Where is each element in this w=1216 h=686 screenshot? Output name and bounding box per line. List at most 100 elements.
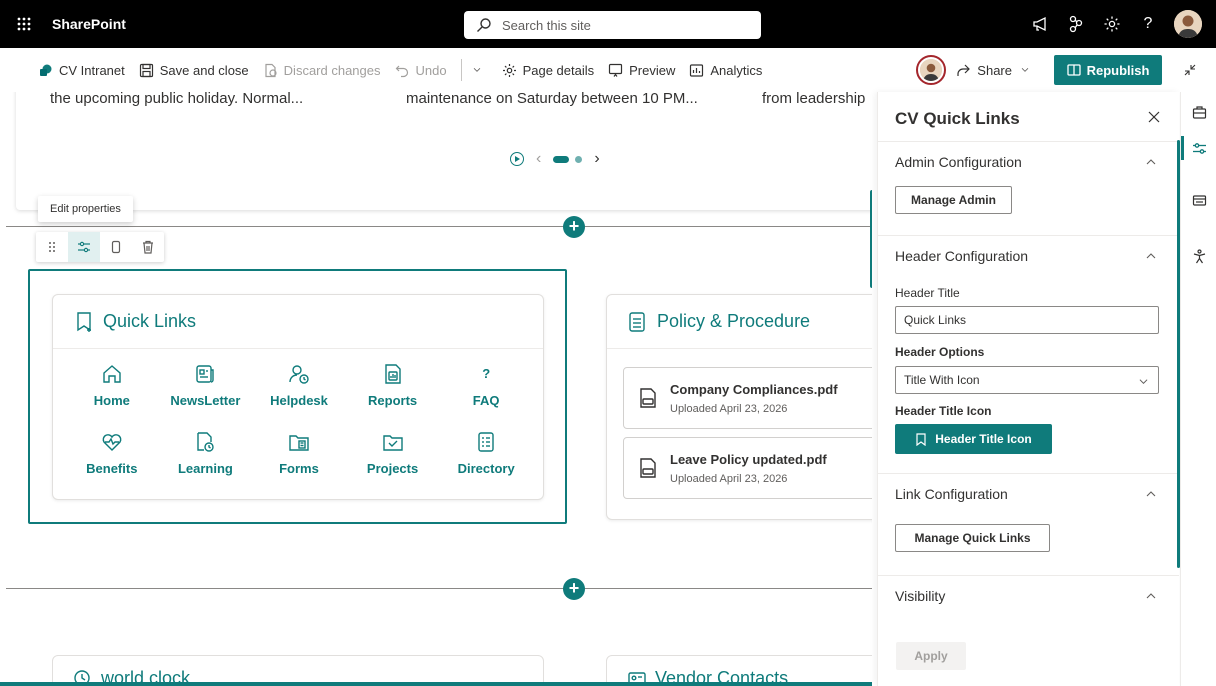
quick-links-header: Quick Links (53, 295, 543, 349)
close-icon[interactable] (1147, 110, 1161, 124)
chevron-down-icon (1021, 68, 1029, 72)
quick-links-webpart[interactable]: Quick Links Home NewsLetter Helpdesk Rep… (52, 294, 544, 500)
canvas-scrollbar[interactable] (870, 190, 872, 288)
app-name[interactable]: SharePoint (52, 16, 126, 32)
preview-button[interactable]: Preview (608, 63, 675, 78)
policy-procedure-webpart[interactable]: Policy & Procedure Company Compliances.p… (606, 294, 872, 520)
app-launcher-icon[interactable] (0, 0, 48, 48)
collapse-icon[interactable] (1178, 58, 1202, 82)
header-title-icon-button[interactable]: Header Title Icon (895, 424, 1052, 454)
document-name: Company Compliances.pdf (670, 381, 838, 397)
right-rail (1180, 92, 1216, 686)
apply-button[interactable]: Apply (896, 642, 966, 670)
chevron-right-icon[interactable]: › (594, 150, 599, 168)
gear-icon[interactable] (1094, 0, 1130, 48)
visibility-header[interactable]: Visibility (878, 576, 1179, 616)
page-canvas: the upcoming public holiday. Normal... m… (0, 92, 872, 686)
search-icon (477, 18, 491, 32)
site-link[interactable]: CV Intranet (38, 63, 125, 78)
quick-link-label: Helpdesk (270, 393, 328, 408)
accessibility-icon[interactable] (1181, 238, 1216, 274)
quick-link-faq[interactable]: ? FAQ (439, 363, 533, 421)
user-avatar[interactable] (1174, 10, 1202, 38)
quick-link-newsletter[interactable]: NewsLetter (159, 363, 253, 421)
republish-button[interactable]: Republish (1054, 55, 1162, 85)
save-close-label: Save and close (159, 62, 249, 78)
undo-button[interactable]: Undo (395, 63, 447, 78)
add-section-button[interactable]: + (563, 578, 585, 600)
quick-link-projects[interactable]: Projects (346, 431, 440, 489)
coauthor-avatar[interactable] (916, 55, 947, 85)
carousel-dot[interactable] (575, 155, 583, 163)
visibility-label: Visibility (895, 588, 946, 604)
pane-title: CV Quick Links (895, 109, 1020, 128)
link-config-label: Link Configuration (895, 486, 1008, 502)
header-icon-button-label: Header Title Icon (935, 432, 1032, 446)
undo-dropdown[interactable] (472, 65, 488, 75)
sharepoint-site-icon (40, 64, 52, 76)
admin-config-section: Admin Configuration Manage Admin (878, 141, 1179, 235)
header-icon-label: Header Title Icon (895, 404, 992, 418)
toolbox-icon[interactable] (1181, 94, 1216, 130)
megaphone-icon[interactable] (1022, 0, 1058, 48)
header-options-value: Title With Icon (904, 373, 980, 387)
header-options-select[interactable]: Title With Icon (895, 366, 1159, 394)
faq-icon: ? (482, 366, 491, 381)
page-details-button[interactable]: Page details (502, 63, 594, 78)
quick-link-learning[interactable]: Learning (159, 431, 253, 489)
quick-link-reports[interactable]: Reports (346, 363, 440, 421)
properties-icon[interactable] (1181, 130, 1216, 166)
quick-link-forms[interactable]: Forms (252, 431, 346, 489)
forms-icon (289, 435, 309, 451)
chevron-left-icon[interactable]: ‹ (536, 150, 541, 168)
discard-changes-button[interactable]: Discard changes (263, 63, 381, 78)
delete-icon[interactable] (132, 232, 164, 262)
document-date: Uploaded April 23, 2026 (670, 402, 788, 415)
manage-quick-links-button[interactable]: Manage Quick Links (895, 524, 1050, 552)
header-config-label: Header Configuration (895, 248, 1029, 264)
quick-link-benefits[interactable]: Benefits (65, 431, 159, 489)
edit-properties-icon[interactable] (68, 232, 100, 262)
quick-link-label: Forms (279, 461, 319, 476)
quick-links-grid: Home NewsLetter Helpdesk Reports ? FAQ B… (65, 363, 533, 489)
design-icon[interactable] (1181, 182, 1216, 218)
pdf-icon (640, 458, 656, 478)
network-icon[interactable] (1058, 0, 1094, 48)
republish-label: Republish (1086, 62, 1150, 78)
chevron-up-icon (1146, 159, 1156, 165)
discard-label: Discard changes (283, 62, 381, 78)
book-icon (1066, 64, 1081, 76)
pdf-icon (640, 388, 656, 408)
quick-link-directory[interactable]: Directory (439, 431, 533, 489)
add-section-button[interactable]: + (563, 216, 585, 238)
document-item[interactable]: Company Compliances.pdf Uploaded April 2… (623, 367, 872, 429)
help-icon[interactable]: ? (1130, 0, 1166, 48)
news-item-1[interactable]: the upcoming public holiday. Normal... (50, 92, 303, 107)
search-box[interactable]: Search this site (464, 11, 761, 39)
share-label: Share (977, 62, 1012, 78)
policy-header: Policy & Procedure (607, 295, 872, 349)
divider (460, 59, 462, 81)
admin-config-header[interactable]: Admin Configuration (878, 142, 1179, 182)
duplicate-icon[interactable] (100, 232, 132, 262)
discard-icon (265, 63, 277, 77)
quick-link-home[interactable]: Home (65, 363, 159, 421)
header-title-input[interactable]: Quick Links (895, 306, 1159, 334)
save-close-button[interactable]: Save and close (139, 63, 249, 78)
drag-handle-icon[interactable] (36, 232, 68, 262)
carousel-dot-active[interactable] (553, 155, 570, 163)
header-config-header[interactable]: Header Configuration (878, 236, 1179, 276)
quick-link-helpdesk[interactable]: Helpdesk (252, 363, 346, 421)
analytics-button[interactable]: Analytics (689, 63, 762, 78)
document-item[interactable]: Leave Policy updated.pdf Uploaded April … (623, 437, 872, 499)
news-item-3[interactable]: from leadership (762, 92, 865, 107)
news-item-2[interactable]: maintenance on Saturday between 10 PM... (406, 92, 698, 107)
link-config-header[interactable]: Link Configuration (878, 474, 1179, 514)
reports-icon (384, 364, 401, 384)
document-icon (629, 311, 645, 332)
analytics-icon (690, 63, 704, 77)
quick-link-label: Home (93, 393, 130, 408)
share-button[interactable]: Share (956, 63, 1036, 78)
play-icon[interactable] (510, 152, 524, 166)
manage-admin-button[interactable]: Manage Admin (895, 186, 1012, 214)
